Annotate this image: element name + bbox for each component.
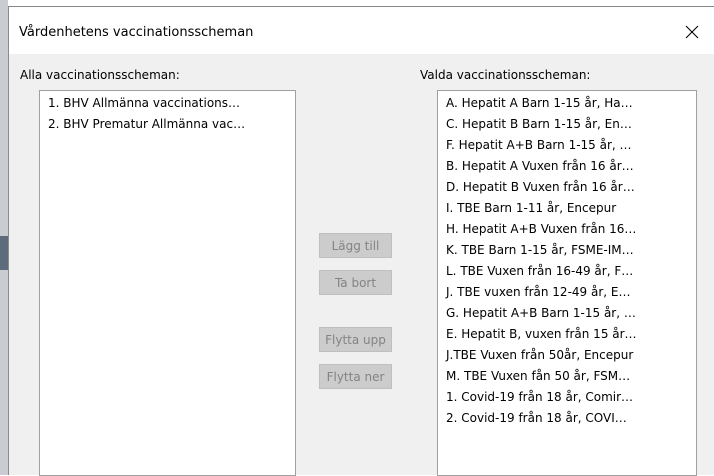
list-item[interactable]: F. Hepatit A+B Barn 1-15 år, … <box>438 135 696 156</box>
list-item[interactable]: 1. BHV Allmänna vaccinations… <box>40 93 295 114</box>
list-item[interactable]: M. TBE Vuxen fån 50 år, FSM… <box>438 366 696 387</box>
dialog-title: Vårdenhetens vaccinationsscheman <box>19 25 254 40</box>
list-item[interactable]: A. Hepatit A Barn 1-15 år, Ha… <box>438 93 696 114</box>
background-window-band <box>0 236 8 270</box>
list-item[interactable]: 2. BHV Prematur Allmänna vac… <box>40 114 295 135</box>
move-down-button[interactable]: Flytta ner <box>319 364 392 389</box>
close-button[interactable] <box>675 15 709 49</box>
list-item[interactable]: I. TBE Barn 1-11 år, Encepur <box>438 198 696 219</box>
list-item[interactable]: H. Hepatit A+B Vuxen från 16… <box>438 219 696 240</box>
list-item[interactable]: J. TBE vuxen från 12-49 år, E… <box>438 282 696 303</box>
list-item[interactable]: D. Hepatit B Vuxen från 16 år… <box>438 177 696 198</box>
schemes-dialog: Vårdenhetens vaccinationsscheman Alla va… <box>8 6 714 476</box>
list-item[interactable]: K. TBE Barn 1-15 år, FSME-IM… <box>438 240 696 261</box>
list-item[interactable]: B. Hepatit A Vuxen från 16 år… <box>438 156 696 177</box>
list-item[interactable]: 2. Covid-19 från 18 år, COVI… <box>438 408 696 429</box>
add-button[interactable]: Lägg till <box>319 233 392 258</box>
selected-schemes-label: Valda vaccinationsscheman: <box>420 68 591 82</box>
move-up-button[interactable]: Flytta upp <box>319 327 392 352</box>
list-item[interactable]: G. Hepatit A+B Barn 1-15 år, … <box>438 303 696 324</box>
remove-button[interactable]: Ta bort <box>319 270 392 295</box>
list-item[interactable]: L. TBE Vuxen från 16-49 år, F… <box>438 261 696 282</box>
background-window-edge <box>0 0 8 475</box>
all-schemes-label: Alla vaccinationsscheman: <box>20 68 180 82</box>
list-item[interactable]: J.TBE Vuxen från 50år, Encepur <box>438 345 696 366</box>
list-item[interactable]: E. Hepatit B, vuxen från 15 år… <box>438 324 696 345</box>
selected-schemes-list[interactable]: A. Hepatit A Barn 1-15 år, Ha… C. Hepatit… <box>437 90 697 476</box>
title-bar: Vårdenhetens vaccinationsscheman <box>9 7 714 54</box>
close-icon <box>685 25 699 39</box>
all-schemes-list[interactable]: 1. BHV Allmänna vaccinations… 2. BHV Prem… <box>39 90 296 476</box>
list-item[interactable]: 1. Covid-19 från 18 år, Comir… <box>438 387 696 408</box>
list-item[interactable]: C. Hepatit B Barn 1-15 år, En… <box>438 114 696 135</box>
